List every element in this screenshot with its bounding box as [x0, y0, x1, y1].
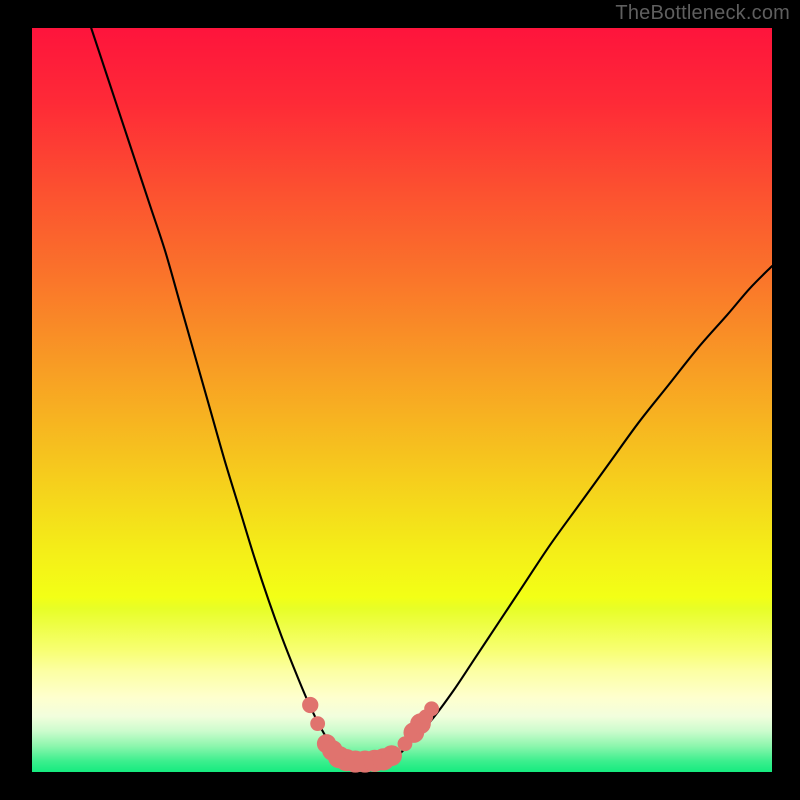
- chart-canvas: [0, 0, 800, 800]
- highlight-dot: [310, 716, 325, 731]
- plot-background: [32, 28, 772, 772]
- highlight-dot: [424, 701, 439, 716]
- bottleneck-chart: TheBottleneck.com: [0, 0, 800, 800]
- attribution-label: TheBottleneck.com: [615, 2, 790, 25]
- highlight-dot: [381, 745, 402, 766]
- highlight-dot: [302, 697, 318, 713]
